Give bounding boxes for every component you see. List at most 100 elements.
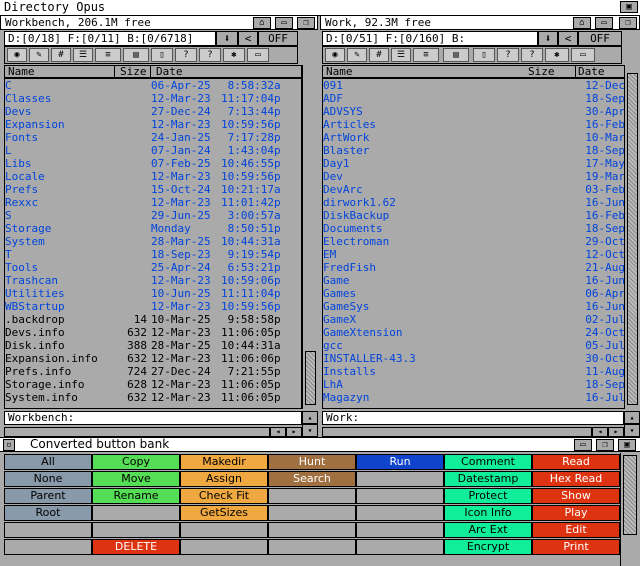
list-item-name[interactable]: LhA	[323, 378, 523, 391]
list-item-date[interactable]: 11-Aug	[573, 365, 625, 378]
list-item-time[interactable]: 11:06:05p	[221, 391, 300, 404]
icon-info-button[interactable]: Icon Info	[444, 505, 532, 521]
list-item-name[interactable]: .backdrop	[5, 313, 117, 326]
list-item-date[interactable]: 24-Jan-25	[151, 131, 221, 144]
list-item-name[interactable]: 091	[323, 79, 523, 92]
help2-icon[interactable]: ?	[521, 48, 543, 62]
list-item-date[interactable]: 03-Feb	[573, 183, 625, 196]
hex-read-button[interactable]: Hex Read	[532, 471, 620, 487]
list-item-time[interactable]: 11:17:04p	[221, 92, 300, 105]
list-item-name[interactable]: Day1	[323, 157, 523, 170]
right-down-arrow-icon[interactable]: ⬇	[538, 31, 558, 46]
list-item-date[interactable]: 29-Jun-25	[151, 209, 221, 222]
list-item-time[interactable]: 7:21:55p	[221, 365, 300, 378]
settings-icon[interactable]: ✱	[223, 48, 245, 62]
left-down-arrow-icon[interactable]: ⬇	[216, 31, 238, 46]
list-item-name[interactable]: Documents	[323, 222, 523, 235]
list-item-time[interactable]: 6:53:21p	[221, 261, 300, 274]
list-item-name[interactable]: Fonts	[5, 131, 117, 144]
list-item-name[interactable]: Storage.info	[5, 378, 117, 391]
list-item-name[interactable]: DevArc	[323, 183, 523, 196]
help2-icon[interactable]: ?	[199, 48, 221, 62]
list-item-name[interactable]: Libs	[5, 157, 117, 170]
list-icon[interactable]: ☰	[73, 48, 93, 62]
list-item-time[interactable]: 11:11:04p	[221, 287, 300, 300]
list-item-date[interactable]: 12-Mar-23	[151, 352, 221, 365]
list-item-name[interactable]: Prefs.info	[5, 365, 117, 378]
list-item-name[interactable]: Electroman	[323, 235, 523, 248]
right-scroll-up-icon[interactable]: ▴	[624, 411, 640, 424]
list-item-size[interactable]: 632	[117, 352, 147, 365]
list-item-date[interactable]: 30-Oct	[573, 352, 625, 365]
list-item-name[interactable]: Expansion.info	[5, 352, 117, 365]
list-item-name[interactable]: ArtWork	[323, 131, 523, 144]
list-item-date[interactable]: 12-Mar-23	[151, 326, 221, 339]
iconify-icon[interactable]: ▭	[595, 17, 613, 29]
list-item-name[interactable]: Blaster	[323, 144, 523, 157]
list-item-date[interactable]: 16-Feb	[573, 118, 625, 131]
list-item-name[interactable]: Locale	[5, 170, 117, 183]
doc-icon[interactable]: ▯	[473, 48, 495, 62]
list-item-name[interactable]: FredFish	[323, 261, 523, 274]
brush-icon[interactable]: ≡	[95, 48, 121, 62]
list-item-date[interactable]: 07-Jan-24	[151, 144, 221, 157]
root-button[interactable]: Root	[4, 505, 92, 521]
bank-scroll-knob[interactable]	[623, 455, 637, 535]
list-item-time[interactable]: 10:59:56p	[221, 118, 300, 131]
list-item-date[interactable]: 12-Mar-23	[151, 170, 221, 183]
lock-icon[interactable]: ⌂	[253, 17, 271, 29]
window-titlebar[interactable]: Directory Opus ▣	[0, 0, 640, 16]
left-file-list[interactable]: C 06-Apr-25 8:58:32a Classes 12-Mar-23 11:17…	[4, 78, 302, 409]
list-item-name[interactable]: Dev	[323, 170, 523, 183]
list-item-name[interactable]: S	[5, 209, 117, 222]
list-item-name[interactable]: Games	[323, 287, 523, 300]
list-item-date[interactable]: 02-Jul	[573, 313, 625, 326]
list-item-date[interactable]: 06-Apr-25	[151, 79, 221, 92]
button-bank-titlebar[interactable]: ▫ Converted button bank ▭ ❐ ▣	[0, 437, 640, 452]
window-icon[interactable]: ▭	[571, 48, 595, 62]
list-item-date[interactable]: 17-May	[573, 157, 625, 170]
list-item-time[interactable]: 8:58:32a	[221, 79, 300, 92]
list-item-date[interactable]: 18-Sep	[573, 92, 625, 105]
list-item-name[interactable]: Devs.info	[5, 326, 117, 339]
list-item-name[interactable]: GameXtension	[323, 326, 523, 339]
list-item-date[interactable]: 12-Oct	[573, 248, 625, 261]
list-item-name[interactable]: dirwork1.62	[323, 196, 523, 209]
right-lister-title[interactable]: Work, 92.3M free ⌂ ▭ ❐	[320, 15, 640, 30]
all-button[interactable]: All	[4, 454, 92, 470]
left-scroll-right-icon[interactable]: ▸	[286, 427, 302, 437]
zoom-icon[interactable]: ❐	[297, 17, 315, 29]
right-path-field[interactable]: D:[0/51] F:[0/160] B:[0/2012274]	[322, 31, 538, 58]
list-item-name[interactable]: Magazyn	[323, 391, 523, 404]
list-item-name[interactable]: Devs	[5, 105, 117, 118]
show-button[interactable]: Show	[532, 488, 620, 504]
list-item-name[interactable]: DiskBackup	[323, 209, 523, 222]
list-item-date[interactable]: 16-Jul	[573, 391, 625, 404]
list-item-date[interactable]: 16-Jun	[573, 274, 625, 287]
settings-icon[interactable]: ✱	[545, 48, 569, 62]
list-item-date[interactable]: 15-Oct-24	[151, 183, 221, 196]
list-item-date[interactable]: 12-Mar-23	[151, 274, 221, 287]
list-item-time[interactable]: 3:00:57a	[221, 209, 300, 222]
col-size[interactable]: Size	[528, 66, 555, 77]
list-item-name[interactable]: Tools	[5, 261, 117, 274]
list-item-name[interactable]: L	[5, 144, 117, 157]
hunt-button[interactable]: Hunt	[268, 454, 356, 470]
list-item-time[interactable]: 10:59:56p	[221, 300, 300, 313]
move-button[interactable]: Move	[92, 471, 180, 487]
list-item-date[interactable]: 07-Feb-25	[151, 157, 221, 170]
list-item-date[interactable]: 12-Mar-23	[151, 92, 221, 105]
list-item-date[interactable]: 12-Mar-23	[151, 118, 221, 131]
copy-button[interactable]: Copy	[92, 454, 180, 470]
datestamp-button[interactable]: Datestamp	[444, 471, 532, 487]
list-item-date[interactable]: 18-Sep-23	[151, 248, 221, 261]
list-item-time[interactable]: 8:50:51p	[221, 222, 300, 235]
encrypt-button[interactable]: Encrypt	[444, 539, 532, 555]
list-item-date[interactable]: 19-Mar	[573, 170, 625, 183]
list-item-date[interactable]: 30-Apr	[573, 105, 625, 118]
list-item-date[interactable]: 28-Mar-25	[151, 235, 221, 248]
protect-button[interactable]: Protect	[444, 488, 532, 504]
print-button[interactable]: Print	[532, 539, 620, 555]
search-button[interactable]: Search	[268, 471, 356, 487]
right-vscroll[interactable]	[624, 65, 640, 409]
